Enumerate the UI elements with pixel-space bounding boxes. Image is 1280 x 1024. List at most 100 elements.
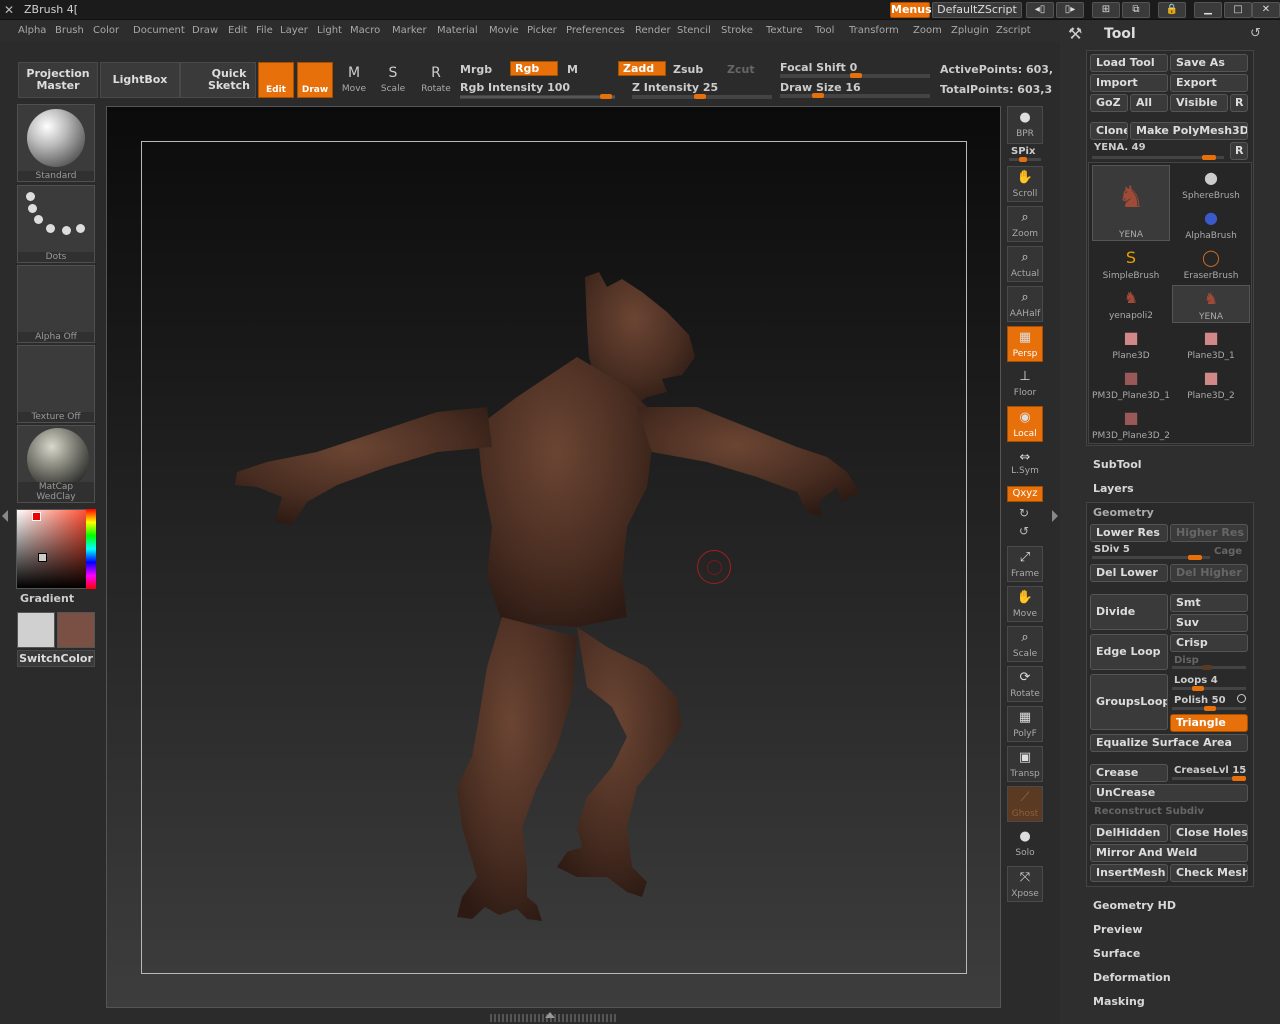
subtool-section[interactable]: SubTool: [1093, 458, 1142, 471]
rotate-mode-button[interactable]: R Rotate: [417, 62, 455, 102]
tool-thumb-plane3d-1[interactable]: ■ Plane3D_1: [1172, 325, 1250, 363]
menu-item[interactable]: Edit: [228, 25, 247, 36]
mirror-and-weld-button[interactable]: Mirror And Weld: [1090, 844, 1248, 862]
mrgb-toggle[interactable]: Mrgb: [460, 63, 492, 76]
lightbox-button[interactable]: LightBox: [100, 62, 180, 98]
zcut-toggle[interactable]: Zcut: [727, 63, 755, 76]
left-tray-arrow-icon[interactable]: [2, 510, 8, 522]
scale-view-button[interactable]: ⌕ Scale: [1007, 626, 1043, 662]
main-color-swatch[interactable]: [17, 612, 55, 648]
tool-r-button[interactable]: R: [1230, 142, 1248, 160]
all-button[interactable]: All: [1130, 94, 1168, 112]
persp-button[interactable]: ▦ Persp: [1007, 326, 1043, 362]
tool-thumb-plane3d[interactable]: ■ Plane3D: [1092, 325, 1170, 363]
cage-button[interactable]: Cage: [1214, 546, 1242, 557]
tool-thumb-plane3d-2[interactable]: ■ Plane3D_2: [1172, 365, 1250, 403]
ghost-button[interactable]: ⟋ Ghost: [1007, 786, 1043, 822]
quick-sketch-button[interactable]: Quick Sketch: [180, 62, 256, 98]
menu-item[interactable]: Zscript: [996, 25, 1031, 36]
menu-item[interactable]: Layer: [280, 25, 308, 36]
hue-strip[interactable]: [86, 509, 96, 589]
xyz-button[interactable]: Qxyz: [1007, 486, 1043, 502]
move-mode-button[interactable]: M Move: [335, 62, 373, 102]
goz-r-button[interactable]: R: [1230, 94, 1248, 112]
equalize-surface-area-button[interactable]: Equalize Surface Area: [1090, 734, 1248, 752]
layers-section[interactable]: Layers: [1093, 482, 1134, 495]
tool-thumb-spherebrush[interactable]: ● SphereBrush: [1172, 165, 1250, 203]
hue-marker[interactable]: [32, 512, 41, 521]
check-mesh-button[interactable]: Check Mesh: [1170, 864, 1248, 882]
menu-item[interactable]: Draw: [192, 25, 218, 36]
menu-item[interactable]: Document: [133, 25, 185, 36]
move-view-button[interactable]: ✋ Move: [1007, 586, 1043, 622]
suv-button[interactable]: Suv: [1170, 614, 1248, 632]
save-as-button[interactable]: Save As: [1170, 54, 1248, 72]
reconstruct-subdiv-button[interactable]: Reconstruct Subdiv: [1094, 806, 1204, 817]
export-button[interactable]: Export: [1170, 74, 1248, 92]
divide-button[interactable]: Divide: [1090, 594, 1168, 630]
menu-item[interactable]: Macro: [350, 25, 380, 36]
polish-slider[interactable]: [1172, 706, 1246, 711]
restore-icon[interactable]: ⊞: [1092, 2, 1120, 18]
rgb-intensity-slider[interactable]: [460, 94, 615, 99]
menu-item[interactable]: Preferences: [566, 25, 625, 36]
triangle-button[interactable]: Triangle: [1170, 714, 1248, 732]
focal-shift-slider[interactable]: [780, 73, 930, 78]
lower-res-button[interactable]: Lower Res: [1090, 524, 1168, 542]
polish-circle-icon[interactable]: [1237, 694, 1246, 703]
local-button[interactable]: ◉ Local: [1007, 406, 1043, 442]
solo-button[interactable]: ● Solo: [1007, 826, 1043, 862]
tool-thumb-yena-2[interactable]: ♞ YENA: [1172, 285, 1250, 323]
disp-slider[interactable]: [1172, 665, 1246, 670]
edit-button[interactable]: Edit: [258, 62, 294, 98]
preview-section[interactable]: Preview: [1093, 923, 1143, 936]
menu-item[interactable]: Render: [635, 25, 671, 36]
m-toggle[interactable]: M: [567, 63, 578, 76]
tool-palette-title[interactable]: Tool: [1104, 26, 1136, 42]
menu-item[interactable]: Zoom: [913, 25, 942, 36]
spix-slider[interactable]: [1009, 157, 1041, 162]
stroke-thumbnail[interactable]: Dots: [17, 185, 95, 263]
crease-button[interactable]: Crease: [1090, 764, 1168, 782]
higher-res-button[interactable]: Higher Res: [1170, 524, 1248, 542]
gradient-label[interactable]: Gradient: [20, 592, 74, 605]
reset-palette-icon[interactable]: ↺: [1250, 26, 1261, 41]
tool-thumb-eraserbrush[interactable]: ◯ EraserBrush: [1172, 245, 1250, 283]
prev-layout-icon[interactable]: ◂▯: [1026, 2, 1054, 18]
loops-slider[interactable]: [1172, 686, 1246, 691]
switchcolor-button[interactable]: SwitchColor: [17, 650, 95, 667]
make-polymesh3d-button[interactable]: Make PolyMesh3D: [1130, 122, 1248, 140]
lsym-button[interactable]: ⇔ L.Sym: [1007, 450, 1043, 478]
current-tool-slider[interactable]: [1092, 155, 1224, 160]
goz-button[interactable]: GoZ: [1090, 94, 1128, 112]
polyf-button[interactable]: ▦ PolyF: [1007, 706, 1043, 742]
menu-item[interactable]: Color: [93, 25, 119, 36]
delhidden-button[interactable]: DelHidden: [1090, 824, 1168, 842]
maximize-icon[interactable]: □: [1224, 2, 1252, 18]
layout-icon[interactable]: ⧉: [1122, 2, 1150, 18]
menu-item[interactable]: Stroke: [721, 25, 753, 36]
zoom-button[interactable]: ⌕ Zoom: [1007, 206, 1043, 242]
scroll-button[interactable]: ✋ Scroll: [1007, 166, 1043, 202]
minimize-icon[interactable]: ▁: [1194, 2, 1222, 18]
lock-icon[interactable]: 🔒: [1158, 2, 1186, 18]
secondary-color-swatch[interactable]: [57, 612, 95, 648]
alpha-thumbnail[interactable]: Alpha Off: [17, 265, 95, 343]
rgb-toggle[interactable]: Rgb: [510, 61, 558, 76]
document-canvas[interactable]: [106, 106, 1001, 1008]
menu-item[interactable]: Stencil: [677, 25, 711, 36]
yena-model-render[interactable]: [107, 107, 1000, 1007]
next-layout-icon[interactable]: ▯▸: [1056, 2, 1084, 18]
menu-item[interactable]: Material: [437, 25, 478, 36]
menu-item[interactable]: Movie: [489, 25, 519, 36]
menu-item[interactable]: Texture: [766, 25, 803, 36]
tool-thumb-alphabrush[interactable]: ● AlphaBrush: [1172, 205, 1250, 243]
menu-item[interactable]: Brush: [55, 25, 84, 36]
draw-size-slider[interactable]: [780, 93, 930, 98]
bpr-button[interactable]: ● BPR: [1007, 106, 1043, 144]
rotate-z-icon[interactable]: ↺: [1019, 524, 1029, 538]
menu-item[interactable]: Transform: [849, 25, 899, 36]
del-higher-button[interactable]: Del Higher: [1170, 564, 1248, 582]
geometry-hd-section[interactable]: Geometry HD: [1093, 899, 1176, 912]
groupsloops-button[interactable]: GroupsLoops: [1090, 674, 1168, 730]
